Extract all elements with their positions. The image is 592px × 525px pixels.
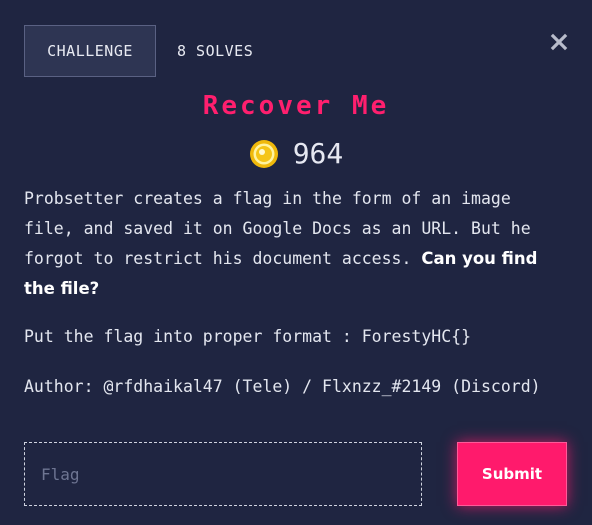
tab-challenge[interactable]: CHALLENGE	[24, 25, 156, 77]
flag-format-note: Put the flag into proper format : Forest…	[24, 327, 472, 346]
flag-input[interactable]	[24, 442, 422, 506]
author-credit: Author: @rfdhaikal47 (Tele) / Flxnzz_#21…	[24, 377, 541, 396]
points-value: 964	[292, 137, 344, 170]
challenge-tabs: CHALLENGE 8 SOLVES	[24, 25, 253, 77]
submit-button[interactable]: Submit	[457, 442, 567, 506]
points-display: 964	[0, 137, 592, 170]
challenge-title: Recover Me	[202, 91, 390, 121]
close-icon[interactable]	[550, 33, 568, 51]
challenge-description: Probsetter creates a flag in the form of…	[24, 184, 569, 304]
coin-icon	[249, 139, 278, 168]
tab-solves[interactable]: 8 SOLVES	[156, 25, 253, 77]
